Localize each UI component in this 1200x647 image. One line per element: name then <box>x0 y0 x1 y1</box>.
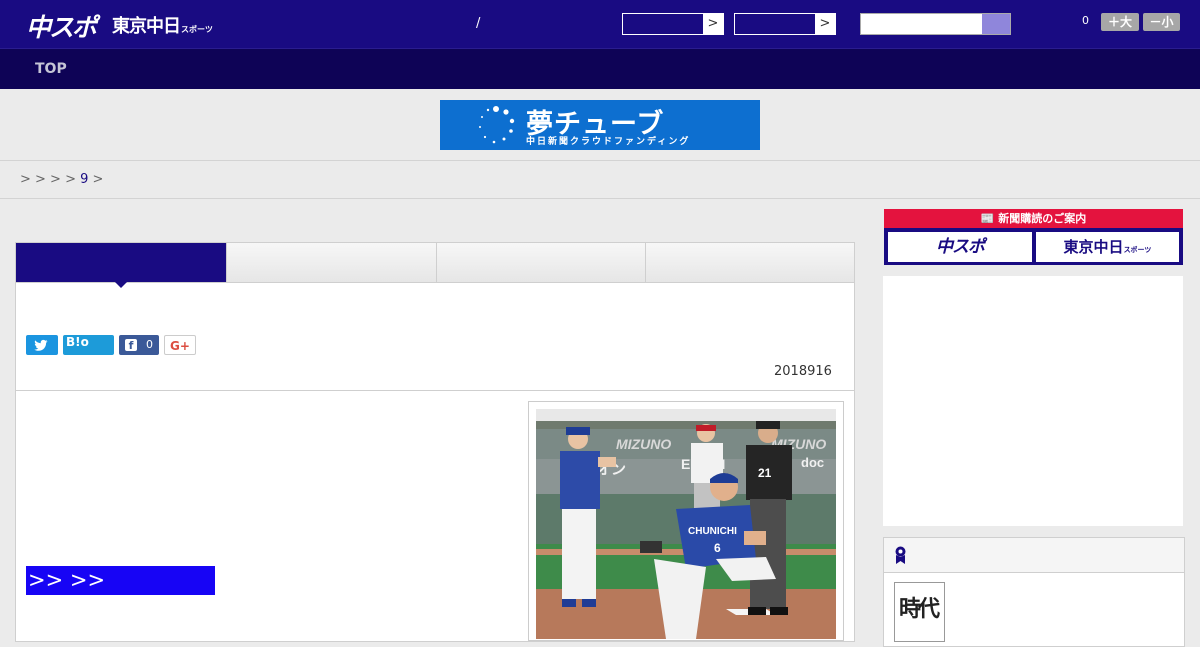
svg-text:MIZUNO: MIZUNO <box>616 436 671 452</box>
article-tabs <box>16 243 854 288</box>
article-divider <box>16 390 854 391</box>
twitter-icon <box>34 339 48 351</box>
svg-text:doc: doc <box>801 455 824 470</box>
global-nav: TOP <box>0 48 1200 89</box>
svg-text:21: 21 <box>758 466 772 480</box>
subscribe-tokyo-chunichi-button[interactable]: 東京中日スポーツ <box>1036 232 1179 262</box>
article-panel: B!o f 0 G+ 2018916 >> >> MIZUNO MIZUNO オ… <box>15 242 855 642</box>
breadcrumb-separator-end: > <box>88 172 104 187</box>
site-header: 中スポ 東京中日スポーツ / > > 0 ＋大 －小 <box>0 0 1200 48</box>
newspaper-icon: 📰 <box>980 212 995 225</box>
breadcrumb: > > > > 9 > <box>20 172 103 187</box>
subscription-banner[interactable]: 📰 新聞購読のご案内 中スポ 東京中日スポーツ <box>884 209 1183 265</box>
article-photo-frame: MIZUNO MIZUNO オン EDION doc <box>528 401 844 641</box>
subscribe-tokyo-chunichi-small: スポーツ <box>1123 246 1152 254</box>
share-twitter-button[interactable] <box>26 335 58 355</box>
header-select-2[interactable]: > <box>734 13 836 35</box>
subscribe-tokyo-chunichi-text: 東京中日 <box>1063 238 1124 256</box>
yume-tube-banner[interactable]: 夢チューブ 中日新聞クラウドファンディング <box>440 100 760 150</box>
facebook-share-count: 0 <box>146 338 153 351</box>
facebook-icon: f <box>125 339 137 352</box>
tokyo-chunichi-logo[interactable]: 東京中日スポーツ <box>112 12 213 38</box>
tab-4[interactable] <box>645 243 854 282</box>
tab-2[interactable] <box>226 243 436 282</box>
active-tab-pointer <box>115 282 127 288</box>
ribbon-icon <box>895 546 906 564</box>
search-input[interactable] <box>860 13 1011 35</box>
breadcrumb-separators: > > > > <box>20 172 81 187</box>
tab-1[interactable] <box>16 243 226 282</box>
svg-text:6: 6 <box>714 541 721 555</box>
breadcrumb-divider <box>0 198 1200 199</box>
header-separator: / <box>476 16 481 31</box>
share-hatena-button[interactable]: B!o <box>63 335 114 355</box>
tab-3[interactable] <box>436 243 645 282</box>
font-smaller-button[interactable]: －小 <box>1143 13 1180 31</box>
book-thumbnail[interactable]: 時代 <box>894 582 945 642</box>
font-size-count: 0 <box>1082 14 1089 27</box>
sidebar-box-header <box>884 538 1184 573</box>
more-link[interactable]: >> >> <box>26 566 215 595</box>
google-plus-icon: G+ <box>170 339 190 353</box>
subscription-heading: 📰 新聞購読のご案内 <box>884 209 1183 228</box>
subscription-heading-text: 新聞購読のご案内 <box>998 212 1087 225</box>
chuspo-logo[interactable]: 中スポ <box>26 8 97 44</box>
sidebar-ad-slot <box>883 276 1183 526</box>
banner-subtitle: 中日新聞クラウドファンディング <box>526 137 691 147</box>
tokyo-chunichi-logo-text: 東京中日 <box>112 16 181 37</box>
header-select-1[interactable]: > <box>622 13 724 35</box>
chevron-right-icon[interactable]: > <box>703 14 723 34</box>
search-button[interactable] <box>982 14 1010 34</box>
baseball-scene-image: MIZUNO MIZUNO オン EDION doc <box>536 409 836 639</box>
article-date: 2018916 <box>774 364 832 379</box>
banner-area: 夢チューブ 中日新聞クラウドファンディング <box>0 89 1200 161</box>
share-facebook-button[interactable]: f 0 <box>119 335 159 355</box>
nav-item-top[interactable]: TOP <box>35 61 67 77</box>
dots-circle-icon <box>479 106 515 144</box>
sidebar-ranking-box: 時代 <box>883 537 1185 647</box>
subscribe-chuspo-button[interactable]: 中スポ <box>888 232 1032 262</box>
book-thumbnail-title: 時代 <box>899 597 940 622</box>
chevron-right-icon[interactable]: > <box>815 14 835 34</box>
share-google-plus-button[interactable]: G+ <box>164 335 196 355</box>
hatena-bookmark-icon: B!o <box>66 335 89 349</box>
baseball-player-photo[interactable]: MIZUNO MIZUNO オン EDION doc <box>536 409 836 639</box>
svg-text:CHUNICHI: CHUNICHI <box>688 526 737 537</box>
tokyo-chunichi-logo-small: スポーツ <box>181 25 213 34</box>
font-larger-button[interactable]: ＋大 <box>1101 13 1139 31</box>
